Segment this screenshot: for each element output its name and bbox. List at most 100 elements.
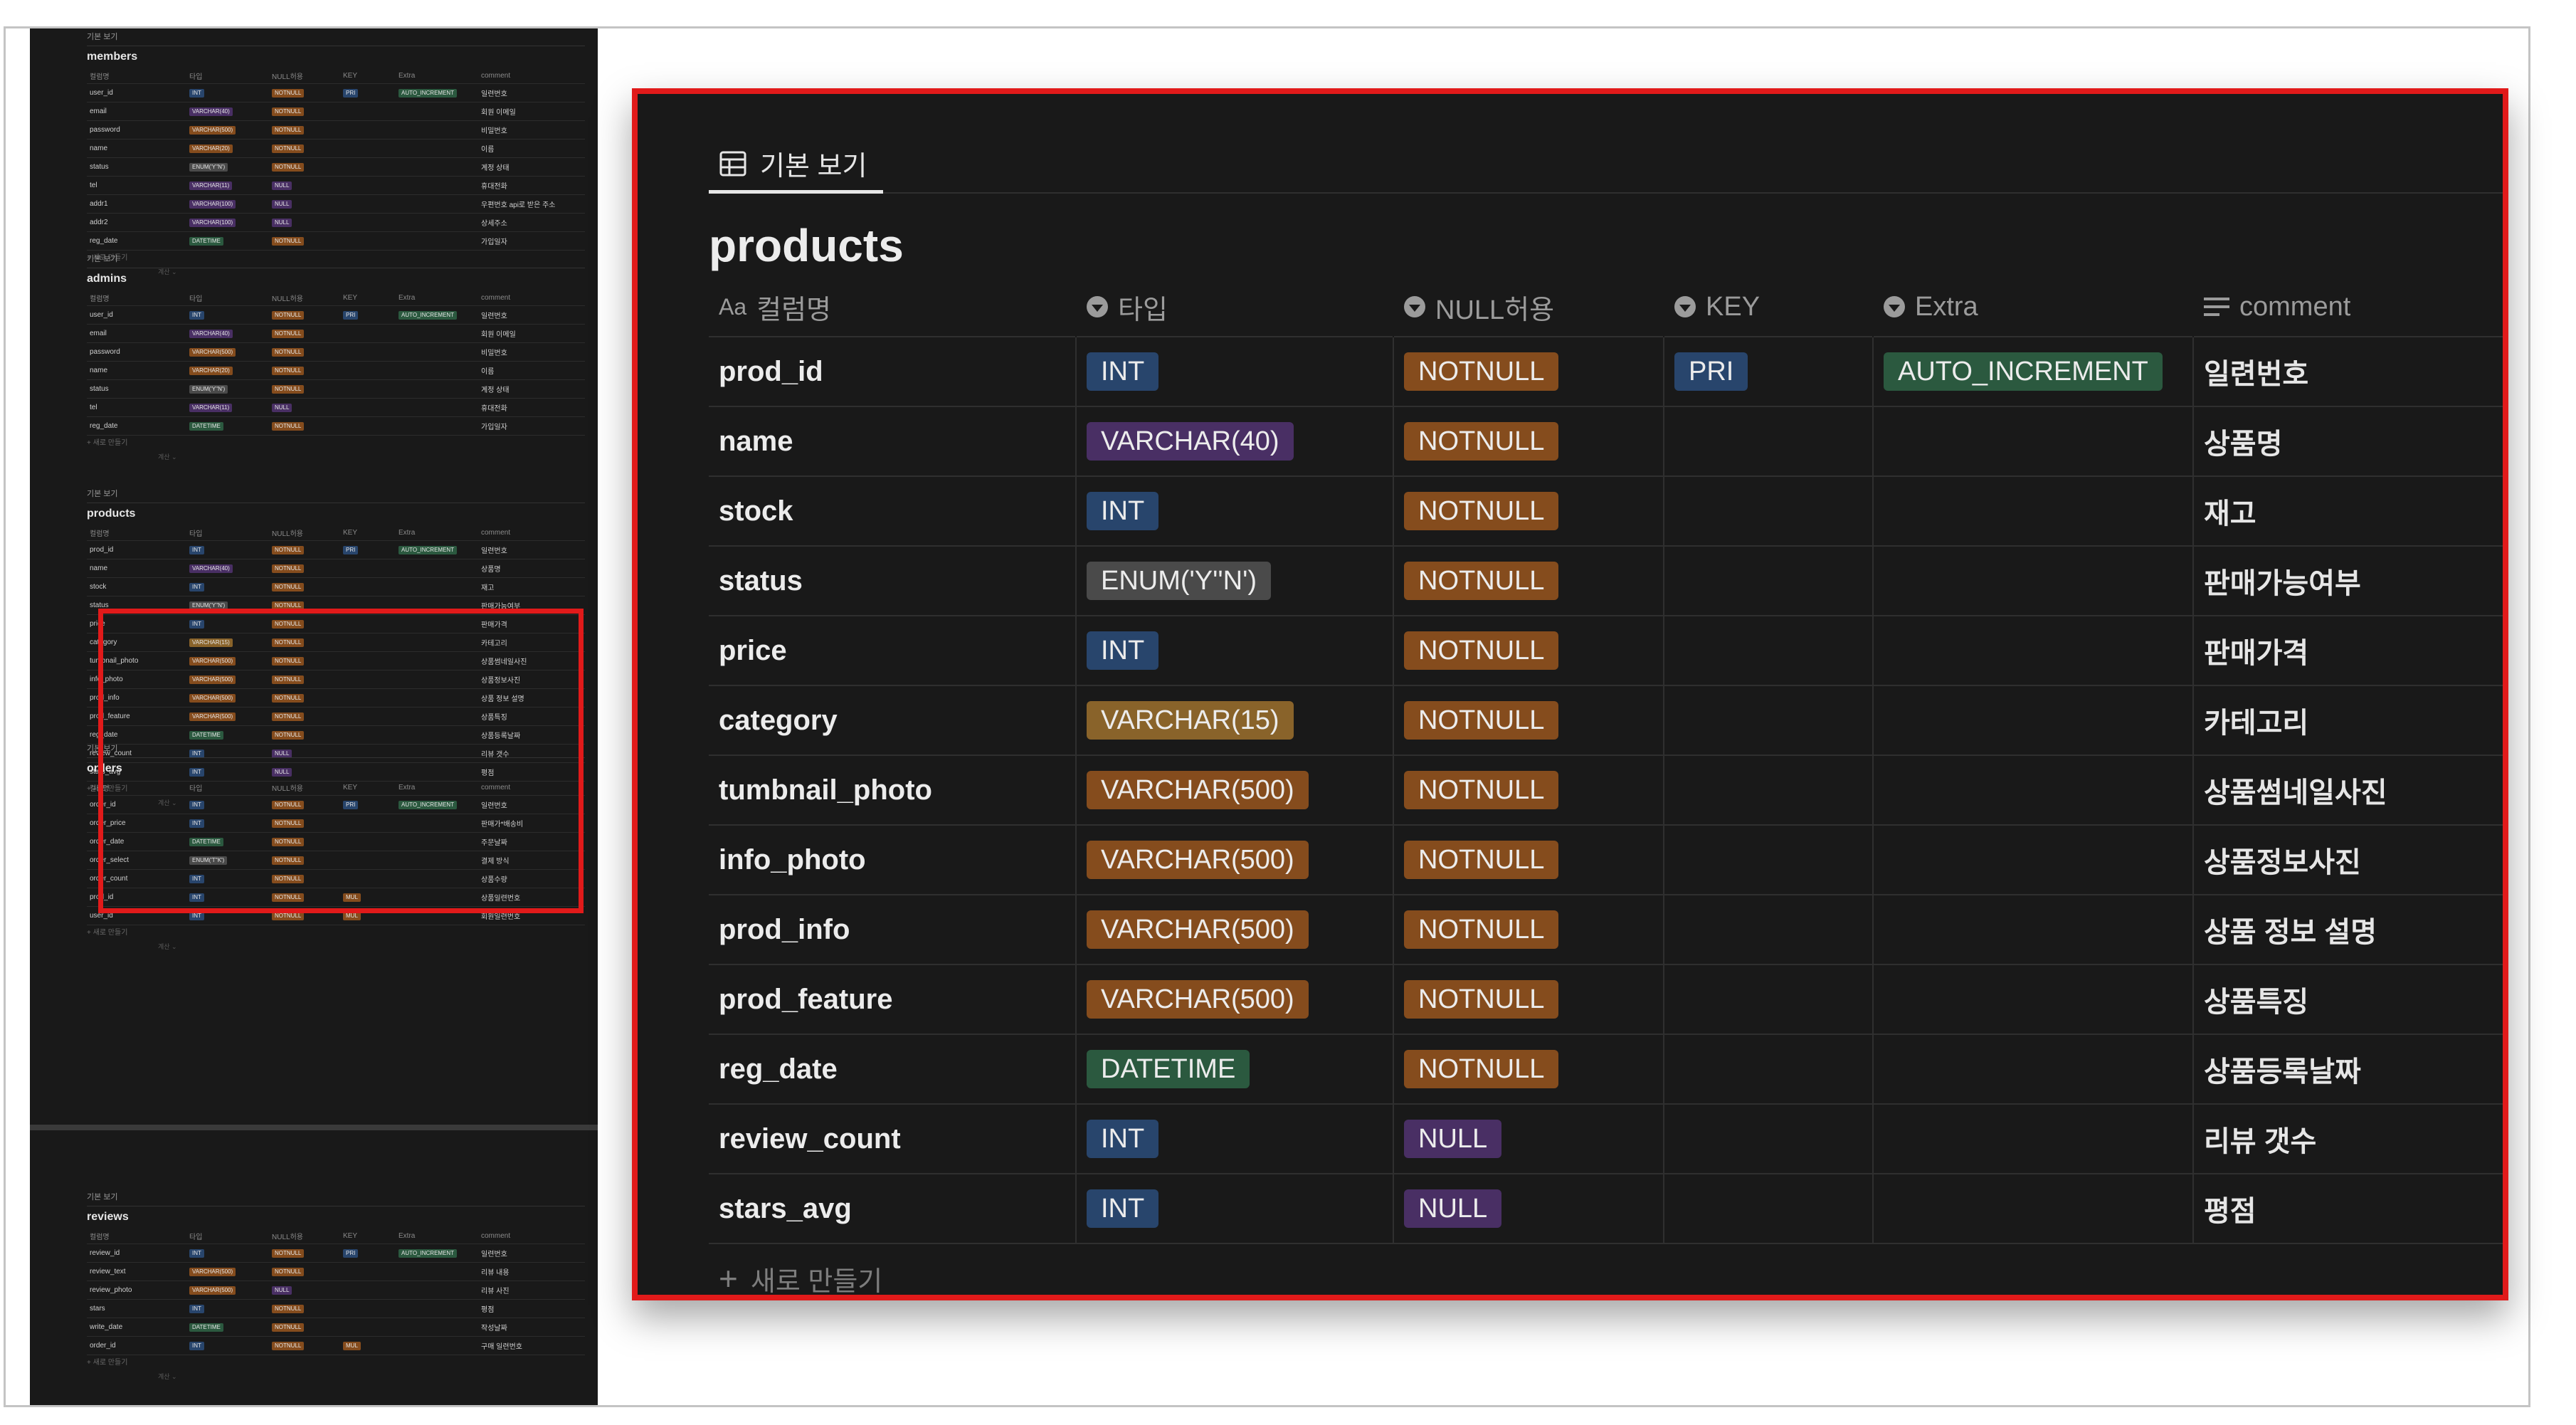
cell-column-name[interactable]: prod_feature: [709, 964, 1076, 1034]
cell-type[interactable]: ENUM('Y''N'): [1075, 545, 1393, 616]
cell-comment[interactable]: 판매가격: [2192, 615, 2503, 685]
cell-key[interactable]: [1663, 964, 1873, 1034]
cell-key[interactable]: [1663, 754, 1873, 825]
cell-type[interactable]: VARCHAR(500): [1075, 894, 1393, 964]
cell-column-name[interactable]: status: [709, 545, 1076, 616]
table-row[interactable]: stars_avg INT NULL 평점: [709, 1173, 2503, 1244]
cell-key[interactable]: [1663, 685, 1873, 755]
cell-key[interactable]: [1663, 545, 1873, 616]
cell-column-name[interactable]: prod_id: [709, 336, 1076, 406]
cell-extra[interactable]: [1872, 406, 2193, 476]
cell-comment[interactable]: 상품명: [2192, 406, 2503, 476]
add-new-row-button[interactable]: + 새로 만들기: [709, 1244, 2503, 1295]
cell-comment[interactable]: 상품등록날짜: [2192, 1034, 2503, 1104]
cell-key[interactable]: [1663, 1103, 1873, 1174]
cell-extra[interactable]: AUTO_INCREMENT: [1872, 336, 2193, 406]
cell-comment[interactable]: 상품 정보 설명: [2192, 894, 2503, 964]
cell-type[interactable]: INT: [1075, 615, 1393, 685]
cell-column-name[interactable]: prod_info: [709, 894, 1076, 964]
cell-nullable[interactable]: NOTNULL: [1393, 685, 1664, 755]
column-header-type[interactable]: 타입: [1076, 278, 1393, 337]
cell-extra[interactable]: [1872, 1173, 2193, 1244]
table-row[interactable]: review_count INT NULL 리뷰 갯수: [709, 1103, 2503, 1174]
cell-type[interactable]: VARCHAR(15): [1075, 685, 1393, 755]
column-header-comment[interactable]: comment: [2193, 278, 2503, 337]
column-header-name[interactable]: Aa 컬럼명: [709, 278, 1076, 337]
cell-column-name[interactable]: reg_date: [709, 1034, 1076, 1104]
cell-comment[interactable]: 상품정보사진: [2192, 824, 2503, 895]
table-row[interactable]: stock INT NOTNULL 재고: [709, 475, 2503, 546]
cell-comment[interactable]: 일련번호: [2192, 336, 2503, 406]
cell-key[interactable]: [1663, 406, 1873, 476]
cell-column-name[interactable]: stock: [709, 475, 1076, 546]
cell-extra[interactable]: [1872, 615, 2193, 685]
cell-comment[interactable]: 카테고리: [2192, 685, 2503, 755]
cell-extra[interactable]: [1872, 475, 2193, 546]
cell-nullable[interactable]: NOTNULL: [1393, 406, 1664, 476]
cell-nullable[interactable]: NOTNULL: [1393, 545, 1664, 616]
cell-key[interactable]: [1663, 475, 1873, 546]
cell-type[interactable]: VARCHAR(40): [1075, 406, 1393, 476]
cell-comment[interactable]: 상품특징: [2192, 964, 2503, 1034]
cell-column-name[interactable]: stars_avg: [709, 1173, 1076, 1244]
cell-key[interactable]: PRI: [1663, 336, 1873, 406]
database-title[interactable]: products: [709, 214, 2503, 278]
cell-type[interactable]: VARCHAR(500): [1075, 824, 1393, 895]
cell-nullable[interactable]: NOTNULL: [1393, 894, 1664, 964]
cell-key[interactable]: [1663, 615, 1873, 685]
cell-type[interactable]: INT: [1075, 1173, 1393, 1244]
table-row[interactable]: name VARCHAR(40) NOTNULL 상품명: [709, 406, 2503, 476]
cell-extra[interactable]: [1872, 754, 2193, 825]
cell-type[interactable]: VARCHAR(500): [1075, 964, 1393, 1034]
cell-extra[interactable]: [1872, 894, 2193, 964]
tab-default-view[interactable]: 기본 보기: [709, 137, 883, 194]
cell-nullable[interactable]: NOTNULL: [1393, 1034, 1664, 1104]
table-row[interactable]: reg_date DATETIME NOTNULL 상품등록날짜: [709, 1034, 2503, 1104]
cell-comment[interactable]: 상품썸네일사진: [2192, 754, 2503, 825]
cell-type[interactable]: DATETIME: [1075, 1034, 1393, 1104]
cell-column-name[interactable]: category: [709, 685, 1076, 755]
cell-comment[interactable]: 판매가능여부: [2192, 545, 2503, 616]
cell-nullable[interactable]: NOTNULL: [1393, 754, 1664, 825]
cell-type[interactable]: INT: [1075, 475, 1393, 546]
cell-column-name[interactable]: name: [709, 406, 1076, 476]
cell-extra[interactable]: [1872, 824, 2193, 895]
cell-type[interactable]: VARCHAR(500): [1075, 754, 1393, 825]
cell-type[interactable]: INT: [1075, 1103, 1393, 1174]
cell-key[interactable]: [1663, 824, 1873, 895]
cell-key[interactable]: [1663, 1034, 1873, 1104]
table-row[interactable]: status ENUM('Y''N') NOTNULL 판매가능여부: [709, 545, 2503, 616]
cell-column-name[interactable]: tumbnail_photo: [709, 754, 1076, 825]
cell-nullable[interactable]: NOTNULL: [1393, 964, 1664, 1034]
table-row[interactable]: info_photo VARCHAR(500) NOTNULL 상품정보사진: [709, 824, 2503, 895]
cell-nullable[interactable]: NOTNULL: [1393, 824, 1664, 895]
cell-nullable[interactable]: NULL: [1393, 1173, 1664, 1244]
cell-column-name[interactable]: info_photo: [709, 824, 1076, 895]
cell-column-name[interactable]: price: [709, 615, 1076, 685]
cell-comment[interactable]: 재고: [2192, 475, 2503, 546]
cell-nullable[interactable]: NOTNULL: [1393, 336, 1664, 406]
cell-type[interactable]: INT: [1075, 336, 1393, 406]
cell-nullable[interactable]: NOTNULL: [1393, 615, 1664, 685]
cell-extra[interactable]: [1872, 964, 2193, 1034]
table-row[interactable]: price INT NOTNULL 판매가격: [709, 615, 2503, 685]
cell-extra[interactable]: [1872, 1103, 2193, 1174]
cell-key[interactable]: [1663, 894, 1873, 964]
column-header-extra[interactable]: Extra: [1873, 278, 2193, 337]
cell-column-name[interactable]: review_count: [709, 1103, 1076, 1174]
cell-comment[interactable]: 리뷰 갯수: [2192, 1103, 2503, 1174]
table-row[interactable]: category VARCHAR(15) NOTNULL 카테고리: [709, 685, 2503, 755]
table-row[interactable]: prod_info VARCHAR(500) NOTNULL 상품 정보 설명: [709, 894, 2503, 964]
table-row[interactable]: prod_id INT NOTNULL PRI AUTO_INCREMENT 일련번호: [709, 336, 2503, 406]
cell-comment[interactable]: 평점: [2192, 1173, 2503, 1244]
cell-extra[interactable]: [1872, 1034, 2193, 1104]
cell-nullable[interactable]: NULL: [1393, 1103, 1664, 1174]
cell-nullable[interactable]: NOTNULL: [1393, 475, 1664, 546]
cell-extra[interactable]: [1872, 685, 2193, 755]
table-row[interactable]: prod_feature VARCHAR(500) NOTNULL 상품특징: [709, 964, 2503, 1034]
column-header-nullable[interactable]: NULL허용: [1393, 278, 1664, 337]
cell-extra[interactable]: [1872, 545, 2193, 616]
column-header-key[interactable]: KEY: [1664, 278, 1873, 337]
cell-key[interactable]: [1663, 1173, 1873, 1244]
table-row[interactable]: tumbnail_photo VARCHAR(500) NOTNULL 상품썸네일사진: [709, 754, 2503, 825]
